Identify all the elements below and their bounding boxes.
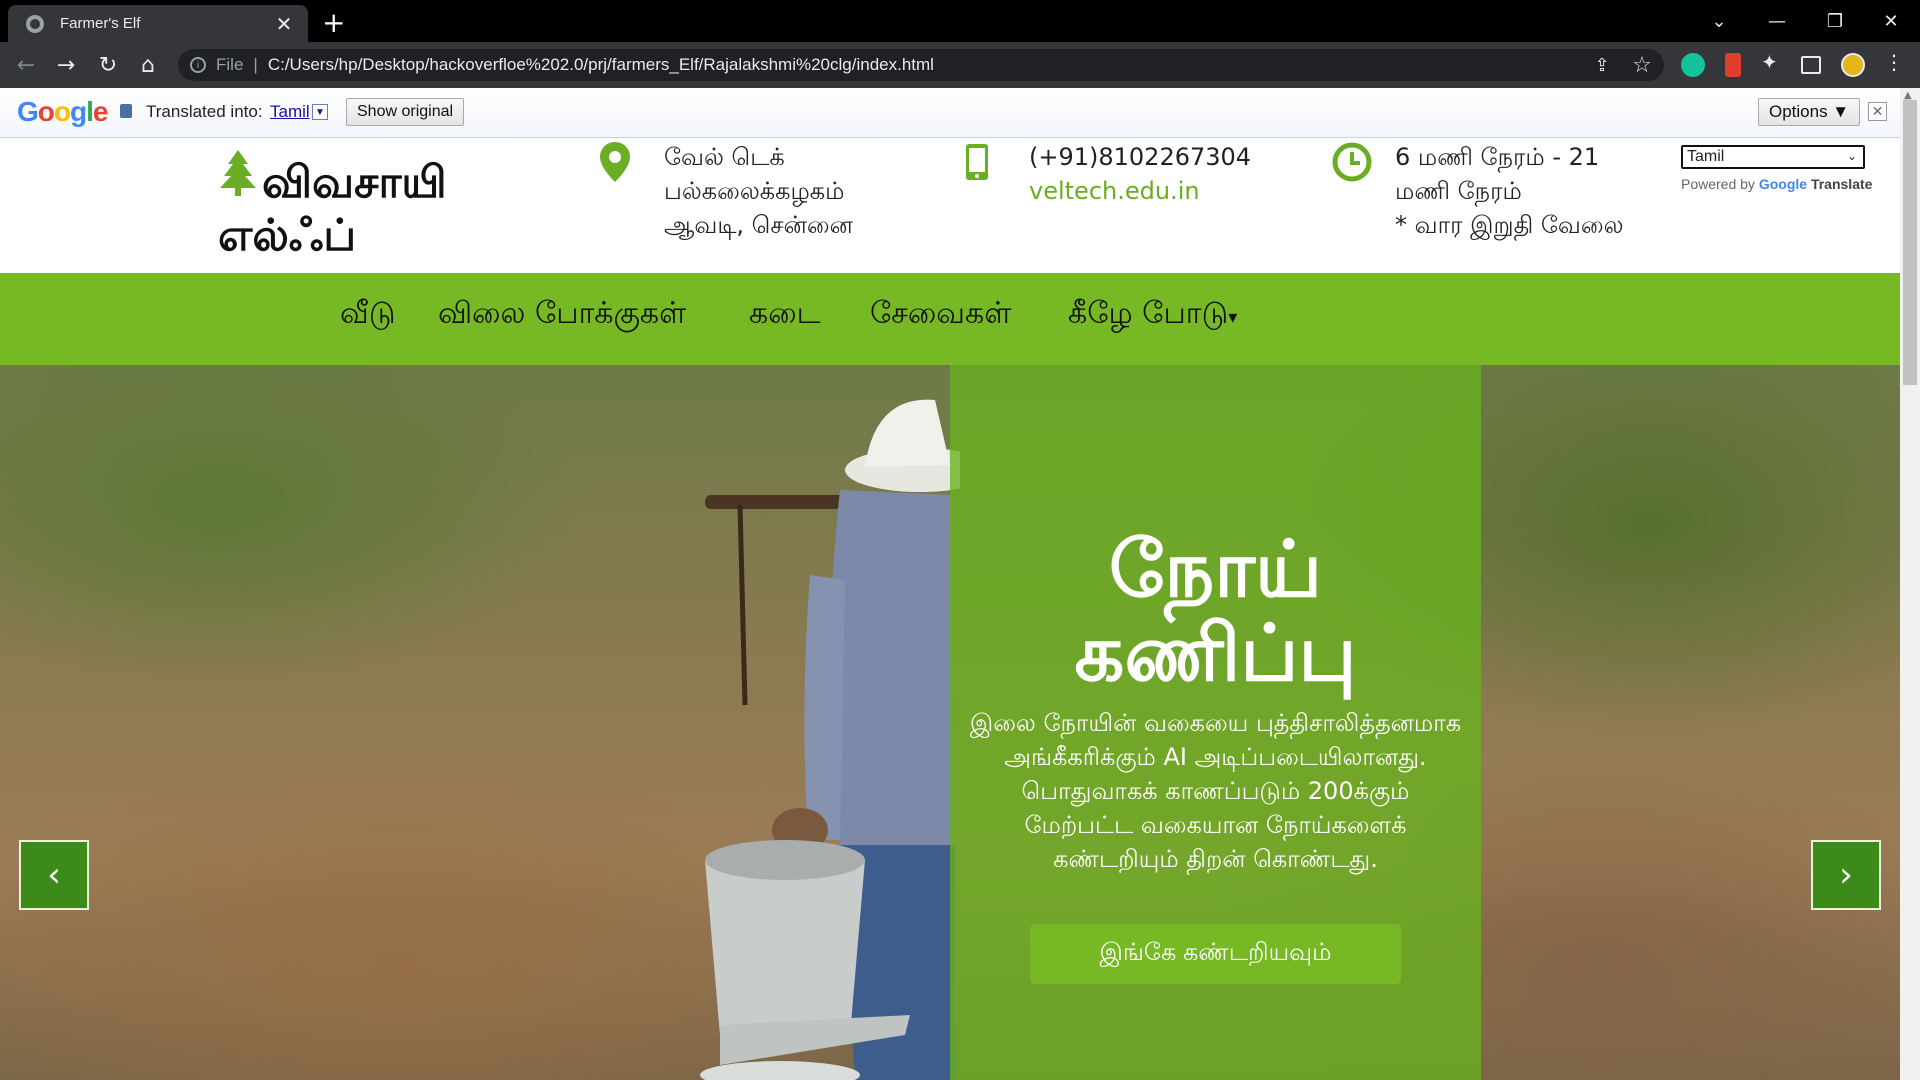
tab-close-icon[interactable]: ✕ [272,12,296,36]
dropdown-caret-icon: ▾ [1228,307,1238,328]
google-logo: Google [17,96,108,127]
hours-line-1: 6 மணி நேரம் - 21 [1395,143,1600,171]
hours-line-3: * வார இறுதி வேலை [1395,211,1624,239]
farmer-image [700,399,960,1080]
scrollbar-thumb[interactable] [1903,100,1917,385]
tab-search-icon[interactable]: ⌄ [1690,0,1748,42]
side-panel-icon[interactable] [1801,56,1821,74]
office-extension-icon[interactable] [1725,53,1741,77]
translated-language-link[interactable]: Tamil [270,102,310,122]
window-close-icon[interactable]: ✕ [1862,0,1920,42]
info-icon[interactable]: i [190,57,206,73]
extensions-puzzle-icon[interactable]: ✦ [1761,50,1785,74]
translate-bar-close-icon[interactable]: ✕ [1868,102,1887,121]
nav-item-dropdown[interactable]: கீழே போடு▾ [1068,296,1237,335]
website-link[interactable]: veltech.edu.in [1029,174,1251,208]
contact-block: (+91)8102267304 veltech.edu.in [1029,140,1251,208]
powered-translate-link[interactable]: Translate [1811,176,1872,192]
browser-tab[interactable]: Farmer's Elf ✕ [8,5,308,42]
chevron-left-icon: ‹ [47,855,61,895]
nav-item-price-trends[interactable]: விலை போக்குகள் [438,296,686,335]
globe-icon [26,14,44,33]
hero-title-line-2: கணிப்பு [1074,609,1357,699]
powered-by-google-translate: Powered by Google Translate [1681,176,1872,192]
address-block: வேல் டெக் பல்கலைக்கழகம் ஆவடி, சென்னை [664,140,853,242]
tab-title: Farmer's Elf [60,15,141,32]
chevron-down-icon: ⌄ [1846,149,1857,163]
translate-options-button[interactable]: Options ▼ [1758,98,1861,126]
brand-name-line2[interactable]: எல்ஃப் [218,206,356,266]
clock-icon [1332,142,1372,182]
language-dropdown-icon[interactable]: ▼ [312,104,328,120]
browser-menu-icon[interactable]: ⋮ [1884,50,1904,74]
grammarly-extension-icon[interactable] [1681,53,1705,77]
lock-icon [120,104,132,118]
chevron-right-icon: › [1839,855,1853,895]
detect-here-button[interactable]: இங்கே கண்டறியவும் [1030,924,1401,984]
show-original-button[interactable]: Show original [346,98,465,126]
language-select[interactable]: Tamil ⌄ [1681,145,1865,169]
powered-by-label: Powered by [1681,176,1755,192]
mobile-phone-icon [966,144,988,180]
url-text[interactable]: C:/Users/hp/Desktop/hackoverfloe%202.0/p… [268,55,934,75]
forward-icon[interactable]: → [46,42,86,88]
browser-tab-bar: Farmer's Elf ✕ + ⌄ — ❐ ✕ [0,0,1920,42]
omnibox[interactable]: i File | C:/Users/hp/Desktop/hackoverflo… [178,49,1664,81]
minimize-icon[interactable]: — [1748,0,1806,42]
address-line-2: பல்கலைக்கழகம் [664,177,845,205]
tree-icon [220,150,256,196]
carousel-prev-button[interactable]: ‹ [19,840,89,910]
language-select-value: Tamil [1687,148,1725,165]
hero-description: இலை நோயின் வகையை புத்திசாலித்தனமாக அங்கீ… [969,709,1462,873]
hours-line-2: மணி நேரம் [1395,177,1522,205]
address-line-1: வேல் டெக் [664,143,785,171]
carousel-next-button[interactable]: › [1811,840,1881,910]
new-tab-button[interactable]: + [322,6,345,39]
translated-into-label: Translated into: [146,102,263,121]
nav-item-services[interactable]: சேவைகள் [870,296,1011,335]
location-pin-icon [600,142,630,182]
phone-number[interactable]: (+91)8102267304 [1029,140,1251,174]
hours-block: 6 மணி நேரம் - 21 மணி நேரம் * வார இறுதி வ… [1395,140,1624,242]
url-separator: | [253,55,258,74]
restore-icon[interactable]: ❐ [1806,0,1864,42]
nav-item-shop[interactable]: கடை [749,296,820,335]
address-line-3: ஆவடி, சென்னை [664,211,853,239]
share-icon[interactable]: ⇪ [1582,42,1622,88]
reload-icon[interactable]: ↻ [88,42,128,88]
hero-title: நோய் கணிப்பு [950,528,1481,696]
profile-avatar[interactable] [1841,53,1865,77]
powered-google-logo: Google [1758,176,1808,192]
nav-item-dropdown-label: கீழே போடு [1068,296,1229,331]
bookmark-star-icon[interactable]: ☆ [1622,42,1662,88]
google-translate-bar: Google Translated into: Tamil ▼ Show ori… [0,88,1900,138]
url-scheme-label: File [216,55,244,74]
home-icon[interactable]: ⌂ [128,42,168,88]
address-bar-row: ← → ↻ ⌂ i File | C:/Users/hp/Desktop/hac… [0,42,1920,88]
nav-item-home[interactable]: வீடு [340,296,396,335]
back-icon[interactable]: ← [6,42,46,88]
hero-title-line-1: நோய் [1108,525,1323,615]
